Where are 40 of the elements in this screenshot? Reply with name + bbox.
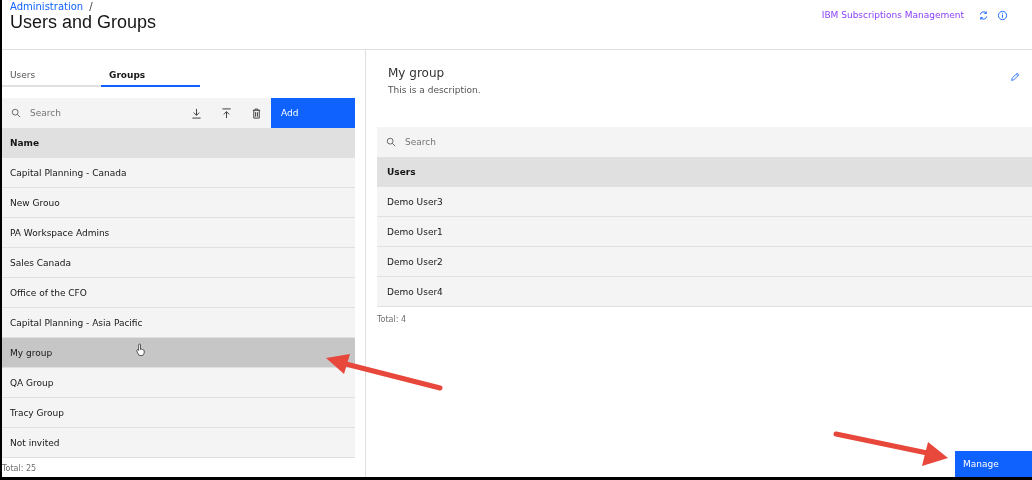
- search-field[interactable]: Search: [377, 127, 1032, 157]
- group-description: This is a description.: [388, 85, 481, 95]
- group-row[interactable]: QA Group: [2, 368, 355, 398]
- search-icon: [386, 137, 396, 147]
- search-field[interactable]: Search: [2, 98, 181, 128]
- group-row[interactable]: New Grouo: [2, 188, 355, 218]
- subscriptions-link[interactable]: IBM Subscriptions Management: [821, 10, 964, 20]
- user-row: Demo User1: [377, 217, 1032, 247]
- tab[interactable]: Users: [2, 65, 101, 87]
- total-count: Total: 25: [2, 463, 38, 473]
- tab[interactable]: Groups: [101, 65, 200, 87]
- total-count: Total: 4: [377, 314, 407, 324]
- group-row[interactable]: Capital Planning - Canada: [2, 158, 355, 188]
- column-header: Name: [2, 128, 355, 158]
- group-row[interactable]: Office of the CFO: [2, 278, 355, 308]
- trash-icon: [250, 107, 262, 119]
- group-row[interactable]: My group: [2, 338, 355, 368]
- delete-button[interactable]: [241, 98, 271, 128]
- info-icon[interactable]: [997, 9, 1008, 21]
- group-row[interactable]: Tracy Group: [2, 398, 355, 428]
- group-row[interactable]: PA Workspace Admins: [2, 218, 355, 248]
- column-header: Users: [377, 157, 1032, 187]
- user-row: Demo User4: [377, 277, 1032, 307]
- group-title: My group: [388, 66, 446, 80]
- breadcrumb-link[interactable]: Administration: [10, 1, 84, 12]
- refresh-icon[interactable]: [978, 9, 989, 21]
- user-row: Demo User2: [377, 247, 1032, 277]
- group-row[interactable]: Sales Canada: [2, 248, 355, 278]
- group-row[interactable]: Capital Planning - Asia Pacific: [2, 308, 355, 338]
- manage-button[interactable]: Manage: [955, 451, 1032, 477]
- page-title: Users and Groups: [10, 12, 157, 33]
- download-icon: [190, 107, 202, 119]
- search-icon: [11, 108, 21, 118]
- pencil-icon[interactable]: [1010, 72, 1020, 82]
- user-row: Demo User3: [377, 187, 1032, 217]
- hand-cursor-icon: [135, 343, 146, 356]
- breadcrumb-separator: /: [89, 1, 93, 12]
- upload-icon: [220, 107, 232, 119]
- add-button[interactable]: Add: [271, 98, 355, 128]
- group-row[interactable]: Not invited: [2, 428, 355, 458]
